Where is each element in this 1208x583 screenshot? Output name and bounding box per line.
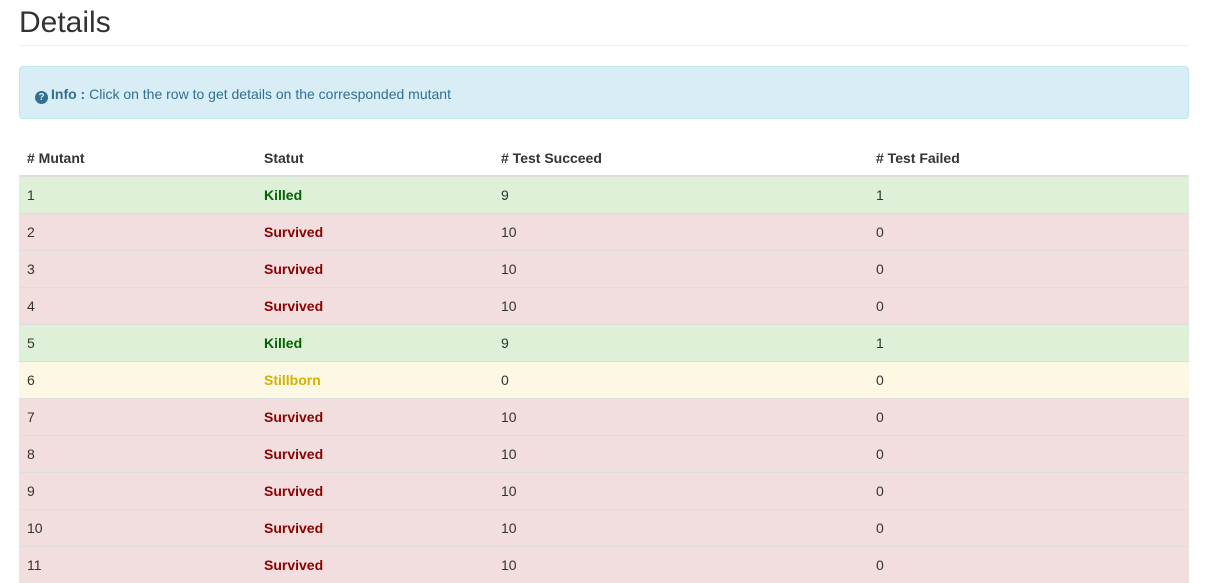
column-header-test-succeed[interactable]: # Test Succeed — [493, 140, 868, 177]
cell-statut: Survived — [256, 545, 493, 583]
cell-test-failed: 0 — [868, 286, 1189, 324]
cell-mutant: 10 — [19, 508, 256, 546]
cell-test-succeed: 0 — [493, 360, 868, 398]
column-header-test-failed[interactable]: # Test Failed — [868, 140, 1189, 177]
cell-mutant: 4 — [19, 286, 256, 324]
question-circle-icon: ? — [35, 91, 48, 104]
table-body: 1 Killed 9 1 2 Survived 10 0 3 Survived … — [19, 175, 1189, 583]
cell-mutant: 6 — [19, 360, 256, 398]
table-row[interactable]: 7 Survived 10 0 — [19, 397, 1189, 435]
cell-statut: Killed — [256, 175, 493, 213]
cell-statut: Survived — [256, 508, 493, 546]
cell-statut: Survived — [256, 286, 493, 324]
cell-test-succeed: 9 — [493, 175, 868, 213]
cell-test-failed: 1 — [868, 323, 1189, 361]
cell-statut: Stillborn — [256, 360, 493, 398]
cell-test-failed: 0 — [868, 397, 1189, 435]
cell-mutant: 5 — [19, 323, 256, 361]
cell-test-failed: 0 — [868, 434, 1189, 472]
table-row[interactable]: 3 Survived 10 0 — [19, 249, 1189, 287]
table-row[interactable]: 2 Survived 10 0 — [19, 212, 1189, 250]
page-title: Details — [19, 6, 111, 39]
cell-test-succeed: 10 — [493, 508, 868, 546]
page-header: Details — [19, 0, 1189, 46]
cell-statut: Survived — [256, 434, 493, 472]
cell-mutant: 1 — [19, 175, 256, 213]
cell-test-succeed: 10 — [493, 545, 868, 583]
cell-statut: Survived — [256, 212, 493, 250]
table-row[interactable]: 8 Survived 10 0 — [19, 434, 1189, 472]
table-row[interactable]: 5 Killed 9 1 — [19, 323, 1189, 361]
column-header-mutant[interactable]: # Mutant — [19, 140, 256, 177]
cell-test-failed: 0 — [868, 249, 1189, 287]
cell-test-failed: 0 — [868, 212, 1189, 250]
cell-test-succeed: 9 — [493, 323, 868, 361]
cell-test-succeed: 10 — [493, 286, 868, 324]
column-header-statut[interactable]: Statut — [256, 140, 493, 177]
cell-statut: Survived — [256, 249, 493, 287]
cell-test-succeed: 10 — [493, 212, 868, 250]
info-content: ? Info : Click on the row to get details … — [35, 86, 451, 104]
table-row[interactable]: 4 Survived 10 0 — [19, 286, 1189, 324]
cell-test-succeed: 10 — [493, 397, 868, 435]
cell-mutant: 11 — [19, 545, 256, 583]
mutants-table: # Mutant Statut # Test Succeed # Test Fa… — [19, 140, 1189, 583]
cell-test-failed: 0 — [868, 545, 1189, 583]
info-text: Click on the row to get details on the c… — [89, 86, 451, 102]
cell-test-succeed: 10 — [493, 249, 868, 287]
table-row[interactable]: 1 Killed 9 1 — [19, 175, 1189, 213]
cell-mutant: 2 — [19, 212, 256, 250]
cell-test-failed: 0 — [868, 471, 1189, 509]
cell-statut: Killed — [256, 323, 493, 361]
cell-mutant: 7 — [19, 397, 256, 435]
cell-test-succeed: 10 — [493, 434, 868, 472]
info-alert: ? Info : Click on the row to get details … — [19, 66, 1189, 119]
table-row[interactable]: 9 Survived 10 0 — [19, 471, 1189, 509]
cell-mutant: 8 — [19, 434, 256, 472]
table-header-row: # Mutant Statut # Test Succeed # Test Fa… — [19, 140, 1189, 177]
cell-statut: Survived — [256, 397, 493, 435]
cell-mutant: 3 — [19, 249, 256, 287]
cell-mutant: 9 — [19, 471, 256, 509]
table-row[interactable]: 10 Survived 10 0 — [19, 508, 1189, 546]
info-label: Info : — [51, 86, 86, 102]
table-header: # Mutant Statut # Test Succeed # Test Fa… — [19, 140, 1189, 177]
cell-test-failed: 1 — [868, 175, 1189, 213]
cell-test-failed: 0 — [868, 360, 1189, 398]
cell-test-failed: 0 — [868, 508, 1189, 546]
table-row[interactable]: 6 Stillborn 0 0 — [19, 360, 1189, 398]
cell-statut: Survived — [256, 471, 493, 509]
table-row[interactable]: 11 Survived 10 0 — [19, 545, 1189, 583]
cell-test-succeed: 10 — [493, 471, 868, 509]
